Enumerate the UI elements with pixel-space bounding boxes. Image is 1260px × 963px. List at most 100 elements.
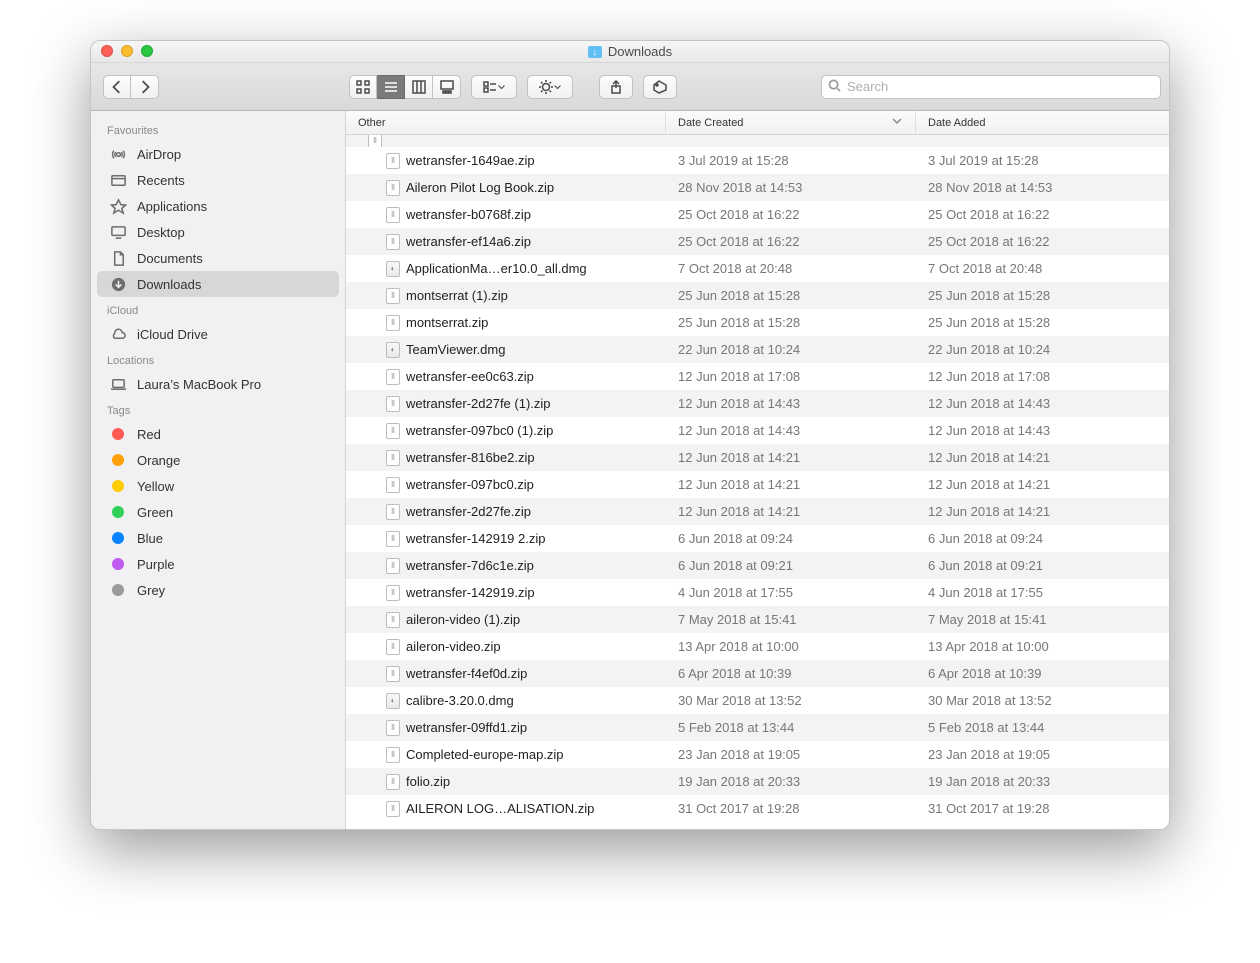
file-name: ApplicationMa…er10.0_all.dmg (406, 261, 587, 276)
table-row[interactable]: wetransfer-1649ae.zip3 Jul 2019 at 15:28… (346, 147, 1169, 174)
tags-button[interactable] (643, 75, 677, 99)
table-row[interactable]: wetransfer-097bc0 (1).zip12 Jun 2018 at … (346, 417, 1169, 444)
table-row[interactable]: montserrat.zip25 Jun 2018 at 15:2825 Jun… (346, 309, 1169, 336)
airdrop-icon (109, 145, 127, 163)
column-date-added[interactable]: Date Added (916, 111, 1169, 134)
close-window-button[interactable] (101, 45, 113, 57)
zip-file-icon (386, 666, 400, 682)
tag-dot-icon (109, 451, 127, 469)
sidebar-item-orange[interactable]: Orange (97, 447, 339, 473)
table-row[interactable]: folio.zip19 Jan 2018 at 20:3319 Jan 2018… (346, 768, 1169, 795)
date-created-cell: 19 Jan 2018 at 20:33 (666, 774, 916, 789)
date-added-cell: 30 Mar 2018 at 13:52 (916, 693, 1169, 708)
sidebar-item-icloud-drive[interactable]: iCloud Drive (97, 321, 339, 347)
table-row[interactable] (346, 135, 1169, 147)
group-by-button[interactable] (471, 75, 517, 99)
date-created-cell: 25 Oct 2018 at 16:22 (666, 207, 916, 222)
sidebar-item-blue[interactable]: Blue (97, 525, 339, 551)
sidebar-item-label: Desktop (137, 225, 185, 240)
date-created-cell: 6 Apr 2018 at 10:39 (666, 666, 916, 681)
table-row[interactable]: wetransfer-ee0c63.zip12 Jun 2018 at 17:0… (346, 363, 1169, 390)
search-field[interactable] (821, 75, 1161, 99)
file-name-cell: montserrat (1).zip (346, 288, 666, 304)
share-button[interactable] (599, 75, 633, 99)
table-row[interactable]: wetransfer-142919.zip4 Jun 2018 at 17:55… (346, 579, 1169, 606)
file-rows[interactable]: wetransfer-1649ae.zip3 Jul 2019 at 15:28… (346, 135, 1169, 829)
minimise-window-button[interactable] (121, 45, 133, 57)
table-row[interactable]: wetransfer-7d6c1e.zip6 Jun 2018 at 09:21… (346, 552, 1169, 579)
window-title-text: Downloads (608, 44, 672, 59)
file-icon (368, 135, 382, 147)
column-date-created[interactable]: Date Created (666, 111, 916, 134)
fullscreen-window-button[interactable] (141, 45, 153, 57)
file-name-cell: folio.zip (346, 774, 666, 790)
zip-file-icon (386, 801, 400, 817)
file-name: wetransfer-09ffd1.zip (406, 720, 527, 735)
table-row[interactable]: wetransfer-2d27fe (1).zip12 Jun 2018 at … (346, 390, 1169, 417)
zip-file-icon (386, 477, 400, 493)
file-name-cell: Completed-europe-map.zip (346, 747, 666, 763)
action-menu-button[interactable] (527, 75, 573, 99)
table-row[interactable]: wetransfer-ef14a6.zip25 Oct 2018 at 16:2… (346, 228, 1169, 255)
forward-button[interactable] (131, 75, 159, 99)
table-row[interactable]: wetransfer-097bc0.zip12 Jun 2018 at 14:2… (346, 471, 1169, 498)
file-name: montserrat.zip (406, 315, 488, 330)
gallery-view-button[interactable] (433, 75, 461, 99)
table-row[interactable]: Completed-europe-map.zip23 Jan 2018 at 1… (346, 741, 1169, 768)
table-row[interactable]: Aileron Pilot Log Book.zip28 Nov 2018 at… (346, 174, 1169, 201)
sidebar-item-red[interactable]: Red (97, 421, 339, 447)
date-created-cell: 4 Jun 2018 at 17:55 (666, 585, 916, 600)
table-row[interactable]: wetransfer-2d27fe.zip12 Jun 2018 at 14:2… (346, 498, 1169, 525)
table-row[interactable]: wetransfer-09ffd1.zip5 Feb 2018 at 13:44… (346, 714, 1169, 741)
date-created-cell: 25 Jun 2018 at 15:28 (666, 315, 916, 330)
sidebar-item-label: Blue (137, 531, 163, 546)
file-name: wetransfer-7d6c1e.zip (406, 558, 534, 573)
search-input[interactable] (847, 79, 1154, 94)
sidebar-item-desktop[interactable]: Desktop (97, 219, 339, 245)
file-name-cell: wetransfer-b0768f.zip (346, 207, 666, 223)
sidebar-item-downloads[interactable]: Downloads (97, 271, 339, 297)
date-added-cell: 12 Jun 2018 at 14:43 (916, 423, 1169, 438)
sidebar-item-applications[interactable]: Applications (97, 193, 339, 219)
sidebar-item-grey[interactable]: Grey (97, 577, 339, 603)
sidebar-item-green[interactable]: Green (97, 499, 339, 525)
sidebar-item-label: Purple (137, 557, 175, 572)
sidebar-item-airdrop[interactable]: AirDrop (97, 141, 339, 167)
sidebar-item-laura-s-macbook-pro[interactable]: Laura’s MacBook Pro (97, 371, 339, 397)
icon-view-button[interactable] (349, 75, 377, 99)
list-view-button[interactable] (377, 75, 405, 99)
table-row[interactable]: wetransfer-142919 2.zip6 Jun 2018 at 09:… (346, 525, 1169, 552)
table-row[interactable]: montserrat (1).zip25 Jun 2018 at 15:2825… (346, 282, 1169, 309)
docs-icon (109, 249, 127, 267)
file-name: folio.zip (406, 774, 450, 789)
downloads-folder-icon (588, 46, 602, 58)
table-row[interactable]: calibre-3.20.0.dmg30 Mar 2018 at 13:5230… (346, 687, 1169, 714)
sidebar-item-label: Laura’s MacBook Pro (137, 377, 261, 392)
column-view-button[interactable] (405, 75, 433, 99)
sidebar-item-documents[interactable]: Documents (97, 245, 339, 271)
table-row[interactable]: ApplicationMa…er10.0_all.dmg7 Oct 2018 a… (346, 255, 1169, 282)
column-date-created-label: Date Created (678, 117, 743, 129)
sidebar-item-yellow[interactable]: Yellow (97, 473, 339, 499)
table-row[interactable]: TeamViewer.dmg22 Jun 2018 at 10:2422 Jun… (346, 336, 1169, 363)
table-row[interactable]: wetransfer-816be2.zip12 Jun 2018 at 14:2… (346, 444, 1169, 471)
date-added-cell: 12 Jun 2018 at 14:43 (916, 396, 1169, 411)
table-row[interactable]: wetransfer-f4ef0d.zip6 Apr 2018 at 10:39… (346, 660, 1169, 687)
sidebar-item-purple[interactable]: Purple (97, 551, 339, 577)
table-row[interactable]: wetransfer-b0768f.zip25 Oct 2018 at 16:2… (346, 201, 1169, 228)
dmg-file-icon (386, 693, 400, 709)
table-row[interactable]: AILERON LOG…ALISATION.zip31 Oct 2017 at … (346, 795, 1169, 822)
titlebar[interactable]: Downloads (91, 41, 1169, 63)
file-name: wetransfer-ee0c63.zip (406, 369, 534, 384)
sidebar-item-recents[interactable]: Recents (97, 167, 339, 193)
window-title: Downloads (588, 44, 672, 59)
zip-file-icon (386, 369, 400, 385)
table-row[interactable]: aileron-video.zip13 Apr 2018 at 10:0013 … (346, 633, 1169, 660)
sidebar[interactable]: FavouritesAirDropRecentsApplicationsDesk… (91, 111, 346, 829)
column-name[interactable]: Other (346, 111, 666, 134)
table-row[interactable]: aileron-video (1).zip7 May 2018 at 15:41… (346, 606, 1169, 633)
file-name-cell: wetransfer-816be2.zip (346, 450, 666, 466)
back-button[interactable] (103, 75, 131, 99)
sidebar-item-label: Yellow (137, 479, 174, 494)
date-added-cell: 3 Jul 2019 at 15:28 (916, 153, 1169, 168)
